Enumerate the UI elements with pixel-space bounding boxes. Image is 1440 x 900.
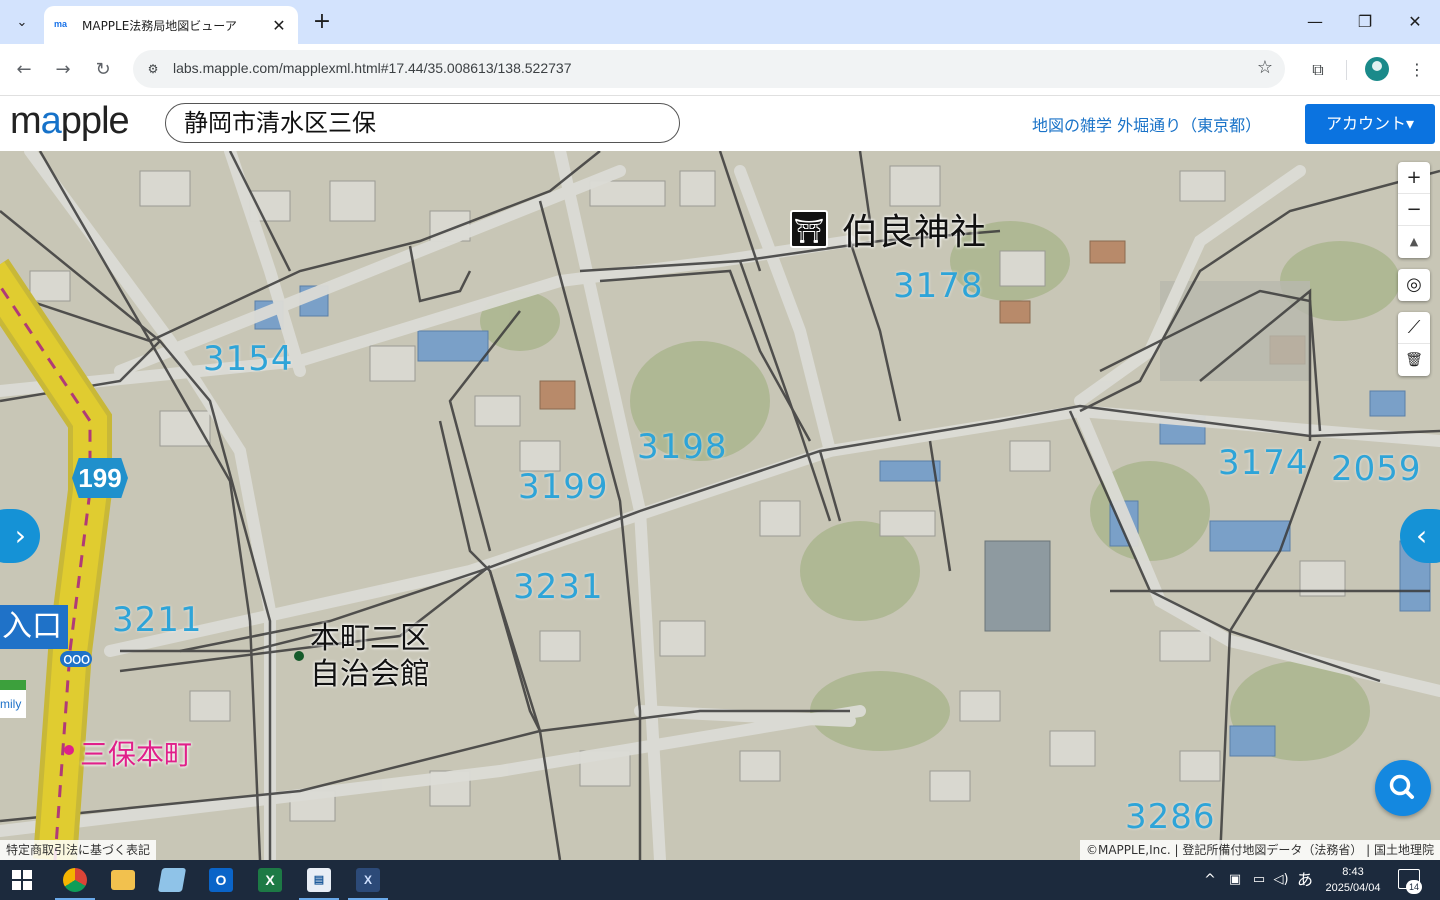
bus-stop-label[interactable]: 三保本町	[80, 733, 192, 773]
profile-avatar[interactable]	[1365, 57, 1389, 81]
windows-start-icon[interactable]	[12, 870, 32, 890]
logo-text-accent: a	[40, 100, 62, 142]
store-sign-label: mily	[0, 680, 26, 718]
back-button[interactable]: ←	[9, 55, 39, 85]
zoom-in-button[interactable]: +	[1398, 162, 1430, 194]
app-header: mapple 静岡市清水区三保 地図の雑学 外堀通り（東京都） アカウント▾	[0, 96, 1440, 151]
parcel-number-label: 3174	[1218, 443, 1309, 483]
ime-indicator[interactable]: あ	[1294, 860, 1316, 900]
shrine-name-label: 伯良神社	[842, 212, 987, 253]
map-trivia-link[interactable]: 地図の雑学 外堀通り（東京都）	[1032, 112, 1261, 136]
logo-text-start: m	[10, 100, 42, 142]
shrine-poi[interactable]: ⛩ 伯良神社	[790, 203, 986, 255]
mapple-logo[interactable]: mapple	[10, 100, 130, 143]
logo-text-end: pple	[60, 100, 130, 142]
parcel-number-label: 3286	[1125, 797, 1216, 837]
parcel-number-label: 2059	[1331, 449, 1422, 489]
map-canvas[interactable]: 3178 3154 3198 3199 3174 2059 3231 3211 …	[0, 151, 1440, 860]
new-tab-button[interactable]: +	[308, 8, 336, 36]
community-hall-label-line1: 本町二区	[310, 621, 430, 656]
outlook-icon[interactable]: O	[197, 860, 245, 900]
file-explorer-icon[interactable]	[99, 860, 147, 900]
map-attribution: ©MAPPLE,Inc. | 登記所備付地図データ（法務省） | 国土地理院	[1079, 840, 1440, 860]
restore-window-button[interactable]: ❐	[1340, 0, 1390, 44]
show-hidden-icons-chevron-icon[interactable]: ^	[1200, 860, 1220, 900]
bus-route-icon: ooo	[60, 651, 93, 667]
reload-button[interactable]: ↻	[88, 55, 118, 85]
notepad-pages-icon	[157, 868, 187, 892]
entrance-sign-label: 入口	[0, 605, 68, 649]
trash-delete-icon[interactable]: 🗑	[1398, 344, 1430, 376]
community-hall-marker-icon[interactable]	[294, 651, 304, 661]
zoom-out-button[interactable]: −	[1398, 194, 1430, 226]
browser-menu-kebab-icon[interactable]: ⋮	[1402, 55, 1432, 85]
mapple-favicon-icon: ma	[54, 19, 68, 29]
address-bar[interactable]: ⚙ labs.mapple.com/mapplexml.html#17.44/3…	[133, 50, 1285, 88]
parcel-number-label: 3198	[637, 427, 728, 467]
search-magnifier-icon	[1389, 774, 1414, 799]
xml-tool-icon[interactable]: X	[344, 860, 392, 900]
system-clock[interactable]: 8:43 2025/04/04	[1318, 864, 1388, 896]
zoom-controls: + − ▲	[1398, 162, 1430, 258]
folder-icon	[111, 870, 135, 890]
excel-icon[interactable]: X	[246, 860, 294, 900]
document-file-icon: ▤	[307, 868, 331, 892]
windows-taskbar: O X ▤ X ^ ▣ ▭ ◁) あ 8:43 2025/04/04 14	[0, 860, 1440, 900]
measure-controls: ⟋ 🗑	[1398, 312, 1430, 376]
site-info-icon[interactable]: ⚙	[143, 59, 163, 79]
browser-tab-strip: ⌄ ma MAPPLE法務局地図ビューア ✕ + — ❐ ✕	[0, 0, 1440, 44]
community-hall-label[interactable]: 本町二区 自治会館	[310, 621, 430, 693]
network-icon[interactable]: ▭	[1248, 860, 1270, 900]
outlook-logo-icon: O	[209, 868, 233, 892]
bookmark-star-icon[interactable]: ☆	[1257, 57, 1273, 78]
route-199-shield: 199	[72, 458, 128, 498]
xml-logo-icon: X	[356, 868, 380, 892]
commercial-law-link[interactable]: 特定商取引法に基づく表記	[0, 840, 157, 860]
address-url[interactable]: labs.mapple.com/mapplexml.html#17.44/35.…	[173, 60, 572, 76]
tab-close-icon[interactable]: ✕	[270, 16, 288, 35]
parcel-number-label: 3154	[203, 339, 294, 379]
map-search-button[interactable]	[1375, 760, 1431, 816]
minimize-window-button[interactable]: —	[1290, 0, 1340, 44]
close-window-button[interactable]: ✕	[1390, 0, 1440, 44]
volume-icon[interactable]: ◁)	[1270, 860, 1292, 900]
browser-toolbar: ← → ↻ ⚙ labs.mapple.com/mapplexml.html#1…	[0, 44, 1440, 96]
chrome-icon[interactable]	[51, 860, 99, 900]
geolocate-control: ◎	[1398, 269, 1430, 301]
toolbar-divider	[1346, 60, 1347, 80]
community-hall-label-line2: 自治会館	[310, 657, 430, 692]
forward-button[interactable]: →	[48, 55, 78, 85]
compass-north-icon[interactable]: ▲	[1398, 226, 1430, 258]
bus-stop-marker-icon[interactable]	[64, 745, 74, 755]
parcel-number-label: 3231	[513, 567, 604, 607]
security-icon[interactable]: ▣	[1224, 860, 1246, 900]
chrome-logo-icon	[63, 868, 87, 892]
account-dropdown-button[interactable]: アカウント▾	[1305, 104, 1435, 144]
document-icon[interactable]: ▤	[295, 860, 343, 900]
browser-tab-active[interactable]: ma MAPPLE法務局地図ビューア ✕	[44, 6, 298, 44]
clock-time: 8:43	[1342, 866, 1364, 878]
parcel-number-label: 3211	[112, 600, 203, 640]
parcel-number-label: 3199	[518, 467, 609, 507]
address-search-input[interactable]: 静岡市清水区三保	[165, 103, 680, 143]
clock-date: 2025/04/04	[1325, 882, 1381, 894]
geolocate-button[interactable]: ◎	[1398, 269, 1430, 301]
parcel-number-label: 3178	[893, 266, 984, 306]
measure-line-icon[interactable]: ⟋	[1398, 312, 1430, 344]
extensions-puzzle-icon[interactable]: ⧉	[1303, 55, 1333, 85]
tab-search-chevron-icon[interactable]: ⌄	[8, 8, 36, 36]
excel-logo-icon: X	[258, 868, 282, 892]
notepad-icon[interactable]	[148, 860, 196, 900]
notification-count-badge: 14	[1406, 880, 1422, 894]
tab-title: MAPPLE法務局地図ビューア	[82, 18, 237, 33]
aerial-map-imagery	[0, 151, 1440, 860]
shrine-torii-icon: ⛩	[790, 210, 828, 248]
